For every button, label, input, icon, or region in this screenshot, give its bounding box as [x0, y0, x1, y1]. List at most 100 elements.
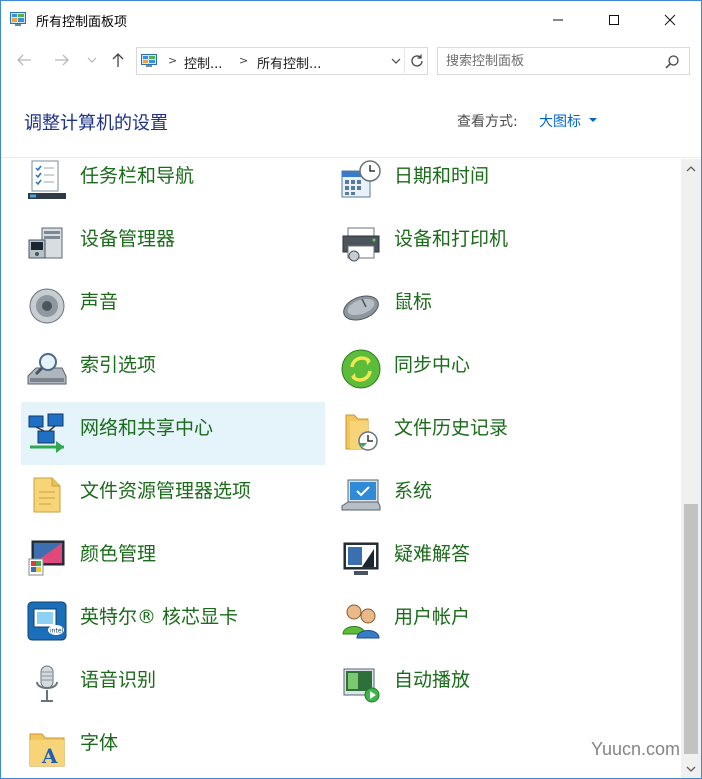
network-icon: [28, 413, 64, 453]
search-input[interactable]: [446, 52, 646, 70]
arrow-right-icon: [55, 54, 69, 66]
control-panel-icon: [141, 54, 157, 67]
scroll-up-button[interactable]: [681, 159, 701, 179]
minimize-button[interactable]: [535, 1, 581, 39]
item-label: 字体: [80, 732, 119, 754]
maximize-button[interactable]: [591, 1, 637, 39]
taskbar-icon: [28, 160, 66, 199]
navigation-bar: > 控制... > 所有控制...: [1, 39, 701, 83]
view-by-label: 查看方式:: [457, 114, 518, 130]
item-device-manager[interactable]: 设备管理器: [21, 213, 325, 276]
refresh-icon: [410, 54, 423, 67]
intel-graphics-icon: intel: [27, 601, 67, 641]
scroll-down-button[interactable]: [681, 759, 701, 778]
item-autoplay[interactable]: 自动播放: [335, 654, 645, 717]
address-history-dropdown[interactable]: [388, 52, 404, 70]
fonts-icon: A: [29, 733, 65, 768]
item-speech-recognition[interactable]: 语音识别: [21, 654, 325, 717]
item-label: 文件历史记录: [394, 417, 509, 439]
item-devices-printers[interactable]: 设备和打印机: [335, 213, 645, 276]
item-color-management[interactable]: 颜色管理: [21, 528, 325, 591]
autoplay-icon: [343, 668, 380, 703]
item-file-history[interactable]: 文件历史记录: [335, 402, 645, 465]
item-label: 英特尔® 核芯显卡: [80, 606, 239, 628]
breadcrumb-control-panel[interactable]: 控制...: [184, 53, 222, 72]
file-history-icon: [345, 414, 378, 451]
scroll-thumb[interactable]: [684, 504, 698, 754]
item-date-time[interactable]: 日期和时间: [335, 159, 645, 213]
item-label: 索引选项: [80, 354, 157, 376]
item-label: 同步中心: [394, 354, 471, 376]
arrow-left-icon: [17, 54, 31, 66]
item-label: 网络和共享中心: [80, 417, 214, 439]
item-label: 设备和打印机: [394, 228, 509, 250]
items-grid: 任务栏和导航 设备管理器 声音 索引选项 网络和共享中心 文件资源管理器选项 颜…: [1, 159, 681, 778]
item-sync-center[interactable]: 同步中心: [335, 339, 645, 402]
item-label: 自动播放: [394, 669, 471, 691]
item-fonts[interactable]: A 字体: [21, 717, 325, 778]
color-management-icon: [28, 540, 65, 576]
item-label: 系统: [394, 480, 433, 502]
item-network-sharing-center[interactable]: 网络和共享中心: [21, 402, 325, 465]
control-panel-app-icon: [10, 12, 26, 26]
item-label: 设备管理器: [80, 228, 176, 250]
page-title: 调整计算机的设置: [24, 113, 168, 134]
item-intel-graphics[interactable]: intel 英特尔® 核芯显卡: [21, 591, 325, 654]
item-label: 任务栏和导航: [80, 165, 195, 187]
breadcrumb-separator[interactable]: >: [168, 54, 177, 67]
item-mouse[interactable]: 鼠标: [335, 276, 645, 339]
item-label: 文件资源管理器选项: [80, 480, 252, 502]
breadcrumb-all-items[interactable]: 所有控制...: [257, 53, 321, 72]
breadcrumb-separator[interactable]: >: [239, 54, 248, 67]
svg-text:A: A: [41, 744, 58, 768]
device-manager-icon: [28, 227, 63, 259]
item-file-explorer-options[interactable]: 文件资源管理器选项: [21, 465, 325, 528]
folder-options-icon: [33, 477, 61, 513]
view-by-dropdown[interactable]: 大图标: [539, 111, 581, 131]
user-accounts-icon: [342, 604, 380, 639]
arrow-up-icon: [112, 53, 124, 67]
indexing-icon: [27, 353, 67, 385]
item-label: 声音: [80, 291, 119, 313]
vertical-scrollbar[interactable]: [681, 159, 701, 778]
item-label: 语音识别: [80, 669, 157, 691]
minimize-icon: [553, 19, 563, 21]
recent-locations-button[interactable]: [84, 48, 100, 72]
page-header: 调整计算机的设置 查看方式: 大图标: [1, 83, 701, 158]
item-label: 日期和时间: [394, 165, 490, 187]
microphone-icon: [36, 665, 58, 702]
title-bar[interactable]: 所有控制面板项: [1, 1, 701, 39]
item-system[interactable]: 系统: [335, 465, 645, 528]
search-icon[interactable]: [663, 53, 681, 71]
search-box[interactable]: [437, 47, 690, 75]
up-button[interactable]: [107, 48, 129, 72]
item-sound[interactable]: 声音: [21, 276, 325, 339]
back-button[interactable]: [13, 48, 35, 72]
control-panel-window: 所有控制面板项 > 控制... > 所有控制... 搜索控制面板 调整计算机的设…: [0, 0, 702, 779]
speaker-icon: [29, 288, 65, 324]
item-troubleshooting[interactable]: 疑难解答: [335, 528, 645, 591]
item-label: 用户帐户: [394, 606, 471, 628]
item-label: 疑难解答: [394, 543, 471, 565]
forward-button[interactable]: [51, 48, 73, 72]
chevron-down-icon: [686, 766, 696, 772]
sync-icon: [341, 349, 381, 389]
close-button[interactable]: [647, 1, 693, 39]
troubleshooting-icon: [343, 542, 379, 575]
caret-down-icon[interactable]: [589, 118, 597, 122]
chevron-down-icon: [87, 57, 97, 63]
printer-icon: [342, 227, 380, 262]
watermark: Yuucn.com: [591, 739, 681, 759]
calendar-clock-icon: [341, 160, 381, 198]
item-indexing-options[interactable]: 索引选项: [21, 339, 325, 402]
chevron-up-icon: [686, 166, 696, 172]
item-user-accounts[interactable]: 用户帐户: [335, 591, 645, 654]
item-taskbar-navigation[interactable]: 任务栏和导航: [21, 159, 325, 213]
refresh-button[interactable]: [404, 49, 428, 73]
svg-text:intel: intel: [50, 628, 64, 635]
mouse-icon: [343, 295, 379, 321]
system-icon: [341, 479, 381, 511]
address-bar[interactable]: > 控制... > 所有控制...: [136, 47, 428, 75]
window-title: 所有控制面板项: [36, 15, 128, 30]
close-icon: [664, 14, 676, 26]
